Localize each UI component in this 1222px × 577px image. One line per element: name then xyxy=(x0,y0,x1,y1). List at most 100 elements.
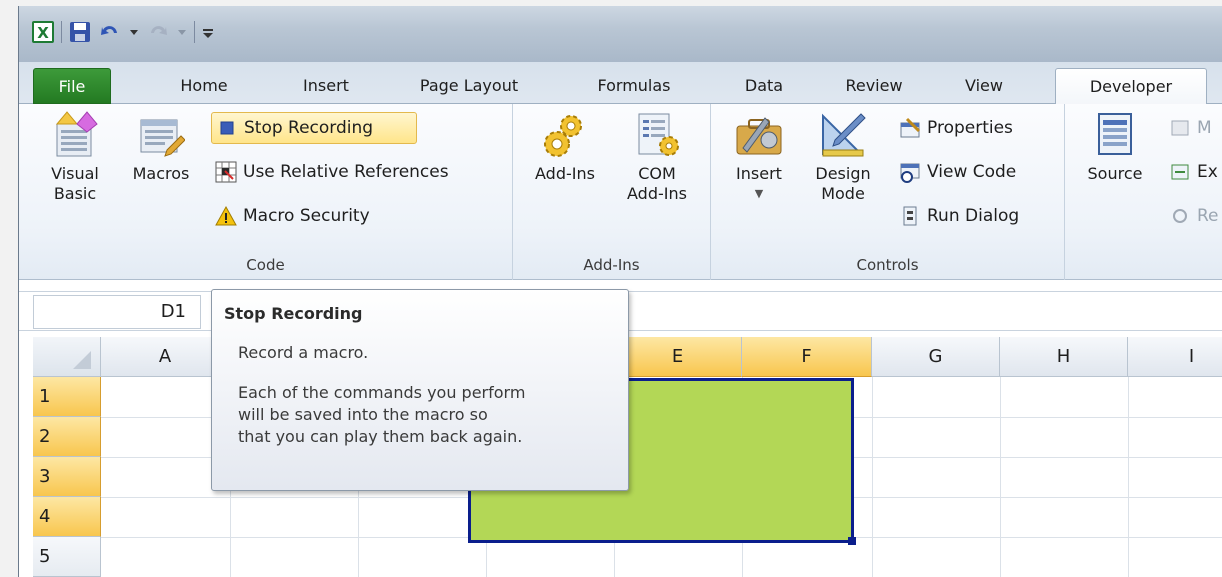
design-mode-label-line2: Mode xyxy=(821,184,865,203)
map-properties-button[interactable]: M xyxy=(1165,112,1222,144)
code-group: Visual Basic Macros Stop Recording Use R… xyxy=(19,104,513,280)
select-all-corner[interactable] xyxy=(33,337,101,377)
title-bar: X xyxy=(19,6,1222,62)
visual-basic-label-line1: Visual xyxy=(51,164,99,183)
design-mode-icon xyxy=(819,110,867,160)
tooltip-title: Stop Recording xyxy=(224,304,363,323)
view-code-label: View Code xyxy=(927,162,1017,182)
map-properties-label: M xyxy=(1197,118,1212,138)
addins-button[interactable]: Add-Ins xyxy=(525,110,605,184)
view-code-icon xyxy=(899,161,921,183)
run-dialog-label: Run Dialog xyxy=(927,206,1020,226)
expansion-packs-icon xyxy=(1169,161,1191,183)
row-header-1[interactable]: 1 xyxy=(33,377,101,417)
com-addins-label-line2: Add-Ins xyxy=(627,184,687,203)
tooltip-description-line: that you can play them back again. xyxy=(238,427,523,446)
map-properties-icon xyxy=(1169,117,1191,139)
addins-label: Add-Ins xyxy=(535,164,595,183)
macros-button[interactable]: Macros xyxy=(123,110,199,184)
ribbon-tabs: File Home Insert Page Layout Formulas Da… xyxy=(19,62,1222,105)
column-header-f[interactable]: F xyxy=(742,337,872,377)
undo-icon[interactable] xyxy=(98,20,122,44)
stop-recording-label: Stop Recording xyxy=(244,118,374,138)
ribbon: Visual Basic Macros Stop Recording Use R… xyxy=(19,104,1222,280)
refresh-data-icon xyxy=(1169,205,1191,227)
com-addins-icon xyxy=(633,110,681,160)
tooltip-description-line: will be saved into the macro so xyxy=(238,405,488,424)
tab-view[interactable]: View xyxy=(949,68,1019,104)
expansion-packs-button[interactable]: Ex xyxy=(1165,156,1222,188)
source-button[interactable]: Source xyxy=(1077,110,1153,184)
run-dialog-button[interactable]: Run Dialog xyxy=(895,200,1055,232)
visual-basic-button[interactable]: Visual Basic xyxy=(43,110,107,204)
relative-references-icon xyxy=(215,161,237,183)
com-addins-button[interactable]: COM Add-Ins xyxy=(617,110,697,204)
visual-basic-icon xyxy=(51,110,99,160)
stop-icon xyxy=(216,117,238,139)
customize-qat-icon[interactable] xyxy=(201,20,215,44)
tooltip-summary: Record a macro. xyxy=(238,343,369,362)
gears-icon xyxy=(541,110,589,160)
macros-icon xyxy=(137,110,186,160)
tab-formulas[interactable]: Formulas xyxy=(579,68,689,104)
qat-separator xyxy=(61,21,62,43)
code-group-label: Code xyxy=(246,256,285,274)
svg-text:X: X xyxy=(37,24,49,42)
visual-basic-label-line2: Basic xyxy=(53,184,97,203)
properties-icon xyxy=(899,117,921,139)
use-relative-references-label: Use Relative References xyxy=(243,162,449,182)
addins-group-label: Add-Ins xyxy=(583,256,640,274)
redo-icon[interactable] xyxy=(146,20,170,44)
source-label: Source xyxy=(1087,164,1143,183)
run-dialog-icon xyxy=(899,205,921,227)
design-mode-label-line1: Design xyxy=(815,164,871,183)
gridline xyxy=(1128,377,1129,577)
row-header-4[interactable]: 4 xyxy=(33,497,101,537)
quick-access-toolbar: X xyxy=(31,18,215,46)
properties-button[interactable]: Properties xyxy=(895,112,1055,144)
excel-logo-icon[interactable]: X xyxy=(31,20,55,44)
use-relative-references-button[interactable]: Use Relative References xyxy=(211,156,501,188)
qat-separator xyxy=(194,21,195,43)
row-header-5[interactable]: 5 xyxy=(33,537,101,577)
tab-file[interactable]: File xyxy=(33,68,111,104)
insert-control-label: Insert xyxy=(736,164,782,183)
tab-page-layout[interactable]: Page Layout xyxy=(399,68,539,104)
toolbox-icon xyxy=(735,110,783,160)
controls-group-label: Controls xyxy=(856,256,919,274)
macro-security-label: Macro Security xyxy=(243,206,370,226)
refresh-data-button[interactable]: Re xyxy=(1165,200,1222,232)
properties-label: Properties xyxy=(927,118,1013,138)
gridline xyxy=(1000,377,1001,577)
refresh-data-label: Re xyxy=(1197,206,1219,226)
redo-dropdown-icon[interactable] xyxy=(176,20,188,44)
stop-recording-button[interactable]: Stop Recording xyxy=(211,112,417,144)
save-icon[interactable] xyxy=(68,20,92,44)
xml-group: Source M Ex Re xyxy=(1065,104,1222,280)
chevron-down-icon: ▼ xyxy=(754,187,764,200)
fill-handle[interactable] xyxy=(848,537,856,545)
column-header-i[interactable]: I xyxy=(1128,337,1222,377)
undo-dropdown-icon[interactable] xyxy=(128,20,140,44)
view-code-button[interactable]: View Code xyxy=(895,156,1055,188)
tab-developer[interactable]: Developer xyxy=(1055,68,1207,105)
tab-review[interactable]: Review xyxy=(829,68,919,104)
tab-data[interactable]: Data xyxy=(729,68,799,104)
controls-group: Insert ▼ Design Mode Properties View Cod… xyxy=(711,104,1065,280)
macros-label: Macros xyxy=(132,164,190,183)
macro-security-button[interactable]: Macro Security xyxy=(211,200,421,232)
excel-window: X File Home Insert Page Layout Formulas … xyxy=(18,6,1222,577)
tab-home[interactable]: Home xyxy=(159,68,249,104)
column-header-e[interactable]: E xyxy=(614,337,742,377)
column-header-g[interactable]: G xyxy=(872,337,1000,377)
column-header-h[interactable]: H xyxy=(1000,337,1128,377)
design-mode-button[interactable]: Design Mode xyxy=(803,110,883,204)
tab-insert[interactable]: Insert xyxy=(281,68,371,104)
row-header-3[interactable]: 3 xyxy=(33,457,101,497)
addins-group: Add-Ins COM Add-Ins Add-Ins xyxy=(513,104,711,280)
row-header-2[interactable]: 2 xyxy=(33,417,101,457)
stop-recording-tooltip: Stop Recording Record a macro. Each of t… xyxy=(211,289,629,491)
name-box[interactable]: D1 xyxy=(33,295,201,329)
insert-control-button[interactable]: Insert ▼ xyxy=(719,110,799,204)
gridline xyxy=(872,377,873,577)
